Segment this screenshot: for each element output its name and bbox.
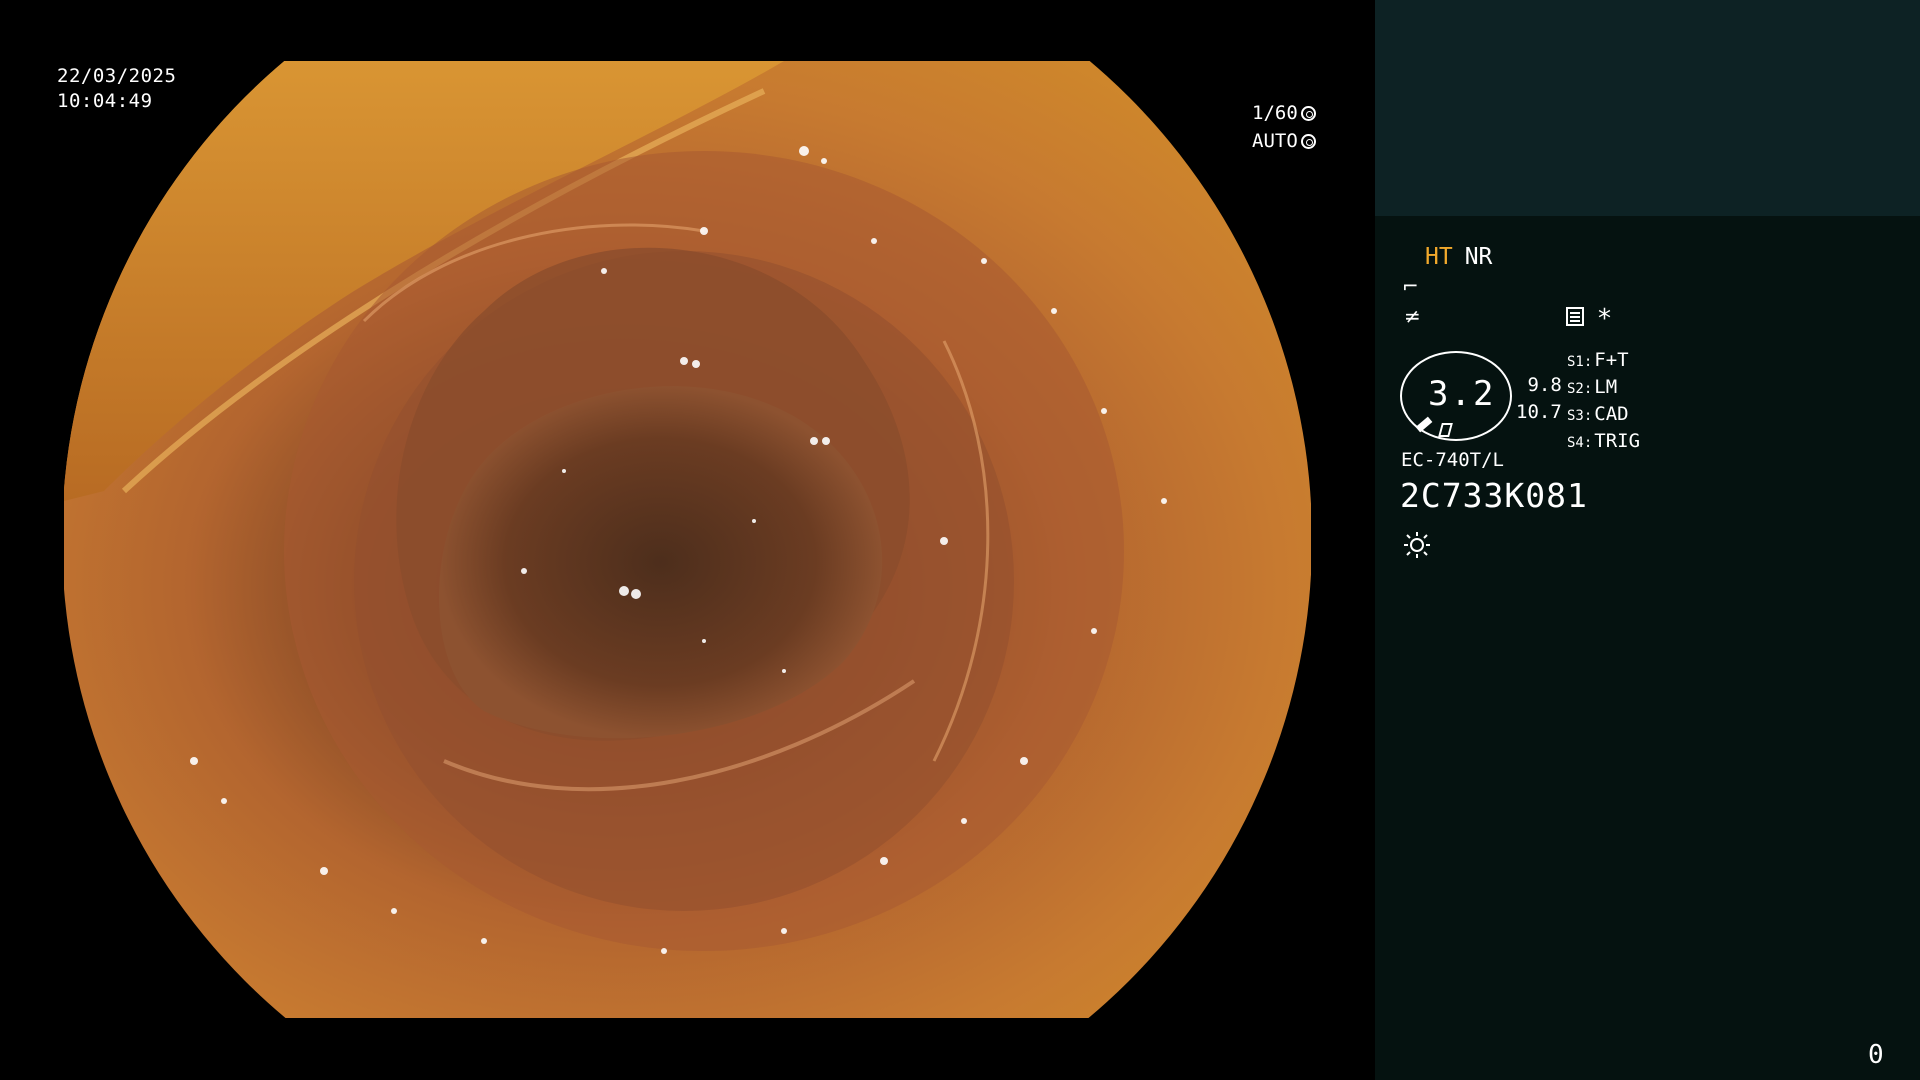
info-panel-header (1375, 0, 1920, 216)
video-area: 22/03/2025 10:04:49 1/60 AUTO (0, 0, 1375, 1080)
endoscope-image (64, 61, 1311, 1018)
mode-ht: HT (1425, 244, 1453, 270)
enhancement-value: 3.2 (1428, 374, 1496, 414)
function-icon: ≠ (1404, 304, 1421, 328)
iris-icon (1300, 133, 1316, 149)
iris-row: AUTO (1252, 127, 1316, 155)
mode-indicators: HT NR (1425, 244, 1492, 270)
date-text: 22/03/2025 (57, 65, 177, 87)
switch-value: CAD (1594, 403, 1629, 425)
time-text: 10:04:49 (57, 90, 153, 112)
iris-text: AUTO (1252, 130, 1298, 152)
switch-row: S1: F+T (1567, 348, 1640, 375)
side-value-2: 10.7 (1516, 401, 1562, 423)
exposure-overlay: 1/60 AUTO (1252, 99, 1316, 155)
datetime-overlay: 22/03/2025 10:04:49 (57, 64, 176, 114)
switch-row: S4: TRIG (1567, 429, 1640, 456)
asterisk-icon: * (1598, 304, 1611, 334)
oval-side-values: 9.8 10.7 (1516, 372, 1562, 426)
switch-value: LM (1594, 376, 1618, 398)
switch-key: S4: (1567, 435, 1593, 451)
switch-value: F+T (1594, 349, 1629, 371)
switch-row: S2: LM (1567, 375, 1640, 402)
switch-value: TRIG (1594, 430, 1641, 452)
switch-key: S1: (1567, 354, 1593, 370)
wave-icon: ⌐ (1402, 274, 1419, 298)
switch-key: S2: (1567, 381, 1593, 397)
light-icon (1404, 532, 1430, 558)
scope-model: EC-740T/L (1401, 449, 1504, 471)
shutter-row: 1/60 (1252, 99, 1316, 127)
switch-key: S3: (1567, 408, 1593, 424)
frame-counter: 0 (1868, 1040, 1884, 1070)
info-panel: HT NR (1375, 0, 1920, 1080)
mode-nr: NR (1464, 244, 1493, 270)
switch-row: S3: CAD (1567, 402, 1640, 429)
document-icon (1566, 307, 1584, 326)
scope-serial: 2C733K081 (1400, 476, 1588, 515)
switch-assignments: S1: F+T S2: LM S3: CAD S4: TRIG (1567, 348, 1640, 456)
side-value-1: 9.8 (1527, 374, 1562, 396)
endoscopy-screen: 22/03/2025 10:04:49 1/60 AUTO HT NR ⌐ ≠ … (0, 0, 1920, 1080)
shutter-icon (1300, 105, 1316, 121)
shutter-text: 1/60 (1252, 102, 1298, 124)
